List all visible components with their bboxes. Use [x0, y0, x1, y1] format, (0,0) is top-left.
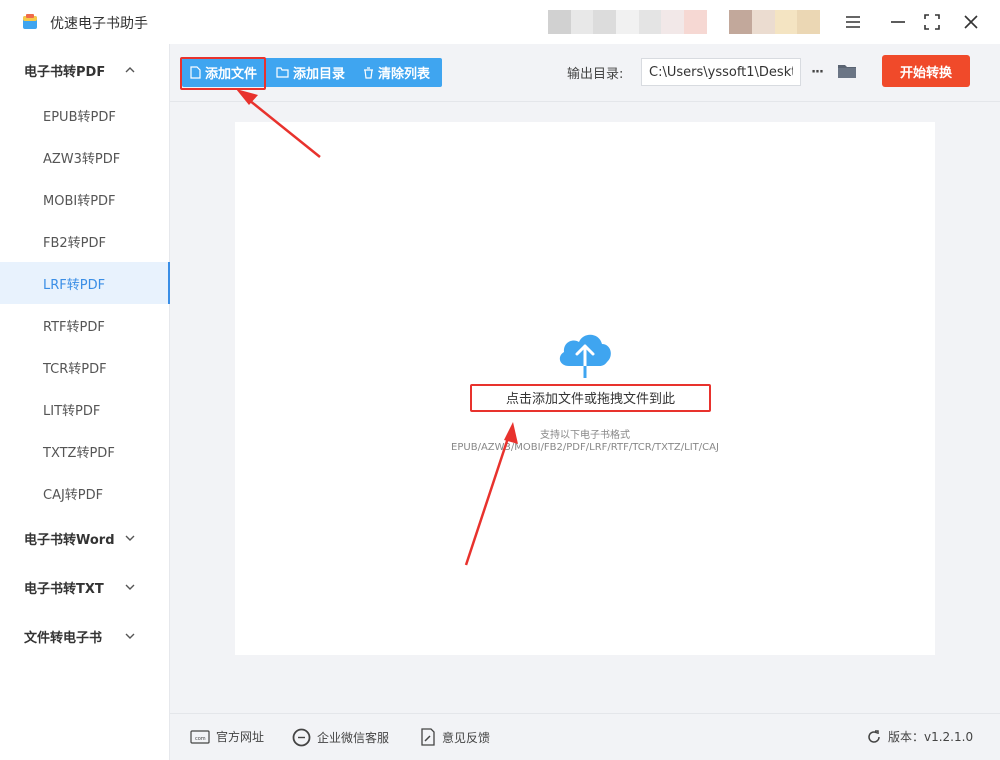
official-website-label: 官方网址 — [216, 730, 265, 744]
add-folder-button[interactable]: 添加目录 — [276, 58, 345, 87]
app-logo-icon — [23, 14, 37, 29]
chevron-down-icon — [125, 633, 135, 639]
sidebar-item-lit-to-pdf[interactable]: LIT转PDF — [0, 388, 170, 430]
output-dir-input[interactable] — [641, 58, 801, 86]
close-button[interactable] — [959, 10, 983, 34]
sidebar-group-ebook-to-txt[interactable]: 电子书转TXT — [0, 563, 170, 611]
sidebar-item-azw3-to-pdf[interactable]: AZW3转PDF — [0, 136, 170, 178]
chevron-down-icon — [125, 535, 135, 541]
sidebar-item-label: LIT转PDF — [43, 403, 101, 419]
chevron-up-icon — [125, 67, 135, 73]
sidebar-item-label: CAJ转PDF — [43, 487, 104, 503]
supported-formats-title: 支持以下电子书格式 — [540, 430, 630, 441]
sidebar-item-label: MOBI转PDF — [43, 193, 116, 209]
chevron-down-icon — [125, 584, 135, 590]
sidebar-item-label: EPUB转PDF — [43, 109, 116, 125]
add-file-highlight-box — [180, 57, 266, 90]
maximize-icon — [924, 14, 940, 30]
sidebar-group-file-to-ebook[interactable]: 文件转电子书 — [0, 612, 170, 660]
drop-prompt-highlight-box — [470, 384, 711, 412]
sidebar-item-lrf-to-pdf[interactable]: LRF转PDF — [0, 262, 170, 304]
menu-button[interactable] — [841, 10, 865, 34]
sidebar-item-label: RTF转PDF — [43, 319, 105, 335]
clear-list-button[interactable]: 清除列表 — [363, 58, 430, 87]
folder-icon — [276, 67, 289, 78]
add-folder-label: 添加目录 — [293, 67, 346, 82]
sidebar-group-ebook-to-word[interactable]: 电子书转Word — [0, 514, 170, 562]
sidebar-item-label: FB2转PDF — [43, 235, 106, 251]
footer: com 官方网址 企业微信客服 意见反馈 版本：v1.2.1.0 — [170, 713, 1000, 760]
sidebar-item-txtz-to-pdf[interactable]: TXTZ转PDF — [0, 430, 170, 472]
sidebar-item-tcr-to-pdf[interactable]: TCR转PDF — [0, 346, 170, 388]
minimize-icon — [891, 21, 905, 23]
cloud-upload-icon — [559, 334, 611, 380]
toolbar: 添加文件 添加目录 清除列表 输出目录: ··· 开始转换 — [170, 44, 1000, 102]
blurred-user-info — [548, 10, 821, 34]
app-title: 优速电子书助手 — [50, 16, 148, 32]
clear-list-label: 清除列表 — [378, 67, 431, 82]
sidebar-group-label: 电子书转Word — [24, 532, 115, 548]
sidebar-item-label: LRF转PDF — [43, 277, 106, 293]
sidebar-item-label: TCR转PDF — [43, 361, 107, 377]
official-website-link[interactable]: com 官方网址 — [190, 728, 264, 745]
output-dir-label: 输出目录: — [567, 67, 624, 82]
sidebar-group-label: 电子书转TXT — [24, 581, 104, 597]
chat-icon — [292, 728, 311, 747]
close-icon — [964, 15, 978, 29]
svg-text:com: com — [195, 736, 206, 742]
sidebar-item-epub-to-pdf[interactable]: EPUB转PDF — [0, 94, 170, 136]
menu-icon — [846, 16, 860, 28]
minimize-button[interactable] — [886, 10, 910, 34]
supported-formats-list: EPUB/AZW3/MOBI/FB2/PDF/LRF/RTF/TCR/TXTZ/… — [451, 442, 719, 453]
maximize-button[interactable] — [920, 10, 944, 34]
trash-icon — [364, 66, 373, 79]
feedback-icon — [421, 728, 435, 746]
sidebar-item-label: AZW3转PDF — [43, 151, 121, 167]
feedback-link[interactable]: 意见反馈 — [420, 728, 490, 746]
refresh-icon — [868, 729, 880, 743]
wechat-support-label: 企业微信客服 — [317, 731, 390, 745]
wechat-support-link[interactable]: 企业微信客服 — [292, 728, 389, 747]
sidebar-group-ebook-to-pdf[interactable]: 电子书转PDF — [0, 46, 170, 94]
version-info: 版本：v1.2.1.0 — [866, 728, 973, 745]
version-label: 版本：v1.2.1.0 — [888, 730, 974, 744]
sidebar-item-label: TXTZ转PDF — [43, 445, 115, 461]
sidebar-item-caj-to-pdf[interactable]: CAJ转PDF — [0, 472, 170, 514]
more-label: ··· — [811, 64, 824, 80]
start-convert-button[interactable]: 开始转换 — [882, 55, 970, 87]
sidebar-group-label: 电子书转PDF — [24, 64, 106, 80]
title-bar: 优速电子书助手 — [0, 0, 1000, 44]
sidebar-group-label: 文件转电子书 — [24, 630, 103, 646]
sidebar-item-rtf-to-pdf[interactable]: RTF转PDF — [0, 304, 170, 346]
website-icon: com — [190, 729, 210, 744]
sidebar-item-mobi-to-pdf[interactable]: MOBI转PDF — [0, 178, 170, 220]
open-folder-icon[interactable] — [836, 60, 858, 82]
more-button[interactable]: ··· — [806, 58, 828, 86]
feedback-label: 意见反馈 — [442, 730, 491, 745]
sidebar: 电子书转PDF EPUB转PDF AZW3转PDF MOBI转PDF FB2转P… — [0, 44, 170, 760]
sidebar-item-fb2-to-pdf[interactable]: FB2转PDF — [0, 220, 170, 262]
